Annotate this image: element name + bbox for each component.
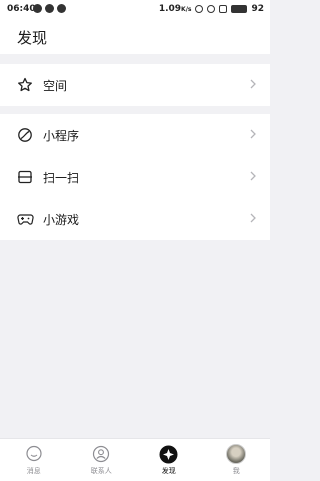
section-space: 空间 — [0, 64, 270, 106]
menu-item-label: 小程序 — [43, 128, 80, 143]
avatar — [226, 444, 247, 464]
page-title: 发现 — [17, 29, 48, 47]
menu-item-label: 小游戏 — [43, 212, 80, 227]
notification-icon — [33, 4, 42, 13]
scan-icon — [16, 168, 34, 186]
gamepad-icon — [16, 210, 34, 228]
battery-level: 92 — [251, 4, 264, 14]
menu-item-label: 空间 — [43, 78, 68, 93]
page-header: 发现 — [0, 18, 270, 54]
contacts-icon — [91, 444, 111, 464]
menu-item-space[interactable]: 空间 — [0, 64, 270, 106]
chevron-right-icon — [250, 79, 256, 89]
tab-label: 消息 — [26, 467, 41, 475]
menu-item-mini-game[interactable]: 小游戏 — [0, 198, 270, 240]
notification-icon — [57, 4, 66, 13]
section-tools: 小程序 扫一扫 小游戏 — [0, 114, 270, 240]
tab-discover[interactable]: 发现 — [135, 439, 203, 481]
discover-icon — [159, 444, 179, 464]
tab-label: 联系人 — [90, 467, 112, 475]
sim-icon — [219, 5, 228, 13]
chevron-right-icon — [250, 213, 256, 223]
message-icon — [24, 444, 44, 464]
star-icon — [16, 76, 34, 94]
alarm-icon — [195, 5, 204, 13]
tab-label: 发现 — [161, 467, 176, 475]
bottom-tab-bar: 消息 联系人 发现 我 — [0, 438, 270, 481]
tab-messages[interactable]: 消息 — [0, 439, 68, 481]
mini-program-icon — [16, 126, 34, 144]
tab-me[interactable]: 我 — [203, 439, 271, 481]
wifi-icon — [207, 5, 216, 13]
menu-item-label: 扫一扫 — [43, 170, 80, 185]
notification-icon — [45, 4, 54, 13]
battery-icon — [231, 5, 248, 13]
chevron-right-icon — [250, 171, 256, 181]
menu-item-mini-program[interactable]: 小程序 — [0, 114, 270, 156]
network-speed: 1.09K/s — [158, 4, 192, 14]
status-bar: 06:40 1.09K/s 92 — [0, 0, 270, 18]
chevron-right-icon — [250, 129, 256, 139]
menu-item-scan[interactable]: 扫一扫 — [0, 156, 270, 198]
tab-label: 我 — [232, 467, 240, 475]
tab-contacts[interactable]: 联系人 — [68, 439, 136, 481]
status-time: 06:40 — [7, 4, 36, 14]
